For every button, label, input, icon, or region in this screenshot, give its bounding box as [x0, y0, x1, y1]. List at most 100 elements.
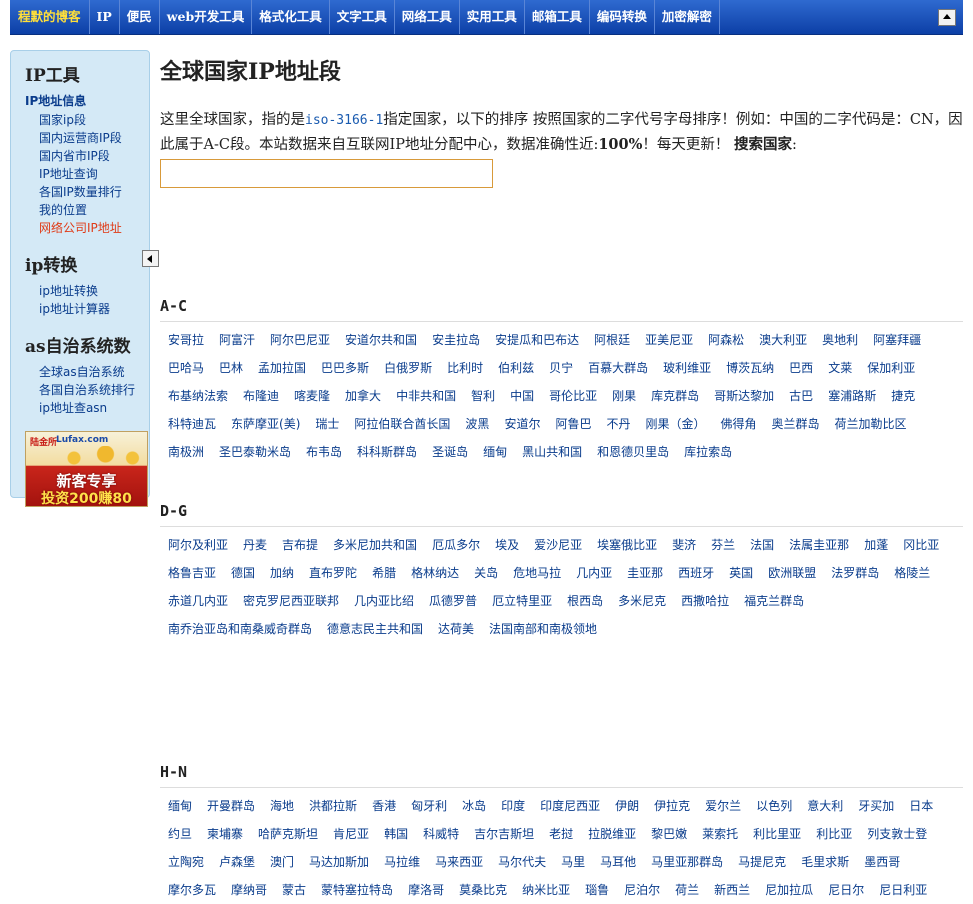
country-link[interactable]: 冰岛 [462, 792, 486, 820]
country-link[interactable]: 古巴 [789, 382, 813, 410]
country-link[interactable]: 利比里亚 [753, 820, 801, 848]
sidebar-collapse-button[interactable] [142, 250, 159, 267]
nav-brand[interactable]: 程默的博客 [10, 0, 90, 34]
country-link[interactable]: 冈比亚 [903, 531, 939, 559]
country-link[interactable]: 巴西 [789, 354, 813, 382]
country-link[interactable]: 哈萨克斯坦 [258, 820, 318, 848]
country-link[interactable]: 意大利 [807, 792, 843, 820]
country-search-input[interactable] [160, 159, 493, 188]
country-link[interactable]: 纳米比亚 [522, 876, 570, 904]
iso-code-link[interactable]: iso-3166-1 [305, 113, 383, 128]
country-link[interactable]: 比利时 [447, 354, 483, 382]
nav-item[interactable]: 文字工具 [330, 0, 395, 34]
country-link[interactable]: 荷兰加勒比区 [835, 410, 907, 438]
country-link[interactable]: 孟加拉国 [258, 354, 306, 382]
country-link[interactable]: 安道尔 [504, 410, 540, 438]
sidebar-item[interactable]: 国家ip段 [39, 111, 149, 129]
country-link[interactable]: 布基纳法索 [168, 382, 228, 410]
country-link[interactable]: 澳门 [270, 848, 294, 876]
country-link[interactable]: 库拉索岛 [684, 438, 732, 466]
nav-item[interactable]: 格式化工具 [252, 0, 330, 34]
country-link[interactable]: 圭亚那 [627, 559, 663, 587]
country-link[interactable]: 卢森堡 [219, 848, 255, 876]
country-link[interactable]: 伯利兹 [498, 354, 534, 382]
country-link[interactable]: 波黑 [465, 410, 489, 438]
country-link[interactable]: 欧洲联盟 [768, 559, 816, 587]
country-link[interactable]: 加蓬 [864, 531, 888, 559]
country-link[interactable]: 科威特 [423, 820, 459, 848]
country-link[interactable]: 达荷美 [438, 615, 474, 643]
nav-item[interactable]: 邮箱工具 [525, 0, 590, 34]
country-link[interactable]: 阿富汗 [219, 326, 255, 354]
country-link[interactable]: 格鲁吉亚 [168, 559, 216, 587]
country-link[interactable]: 不丹 [606, 410, 630, 438]
country-link[interactable]: 肯尼亚 [333, 820, 369, 848]
country-link[interactable]: 阿塞拜疆 [873, 326, 921, 354]
country-link[interactable]: 阿根廷 [594, 326, 630, 354]
country-link[interactable]: 韩国 [384, 820, 408, 848]
nav-item[interactable]: 编码转换 [590, 0, 655, 34]
country-link[interactable]: 尼加拉瓜 [765, 876, 813, 904]
country-link[interactable]: 法国南部和南极领地 [489, 615, 597, 643]
country-link[interactable]: 德意志民主共和国 [327, 615, 423, 643]
country-link[interactable]: 伊朗 [615, 792, 639, 820]
country-link[interactable]: 洪都拉斯 [309, 792, 357, 820]
sidebar-item[interactable]: 各国IP数量排行 [39, 183, 149, 201]
sidebar-subtitle[interactable]: IP地址信息 [25, 92, 149, 109]
country-link[interactable]: 牙买加 [858, 792, 894, 820]
country-link[interactable]: 科特迪瓦 [168, 410, 216, 438]
country-link[interactable]: 布韦岛 [306, 438, 342, 466]
country-link[interactable]: 毛里求斯 [801, 848, 849, 876]
country-link[interactable]: 阿鲁巴 [555, 410, 591, 438]
country-link[interactable]: 东萨摩亚(美) [231, 410, 300, 438]
country-link[interactable]: 贝宁 [549, 354, 573, 382]
sidebar-item[interactable]: 国内运营商IP段 [39, 129, 149, 147]
country-link[interactable]: 尼日尔 [828, 876, 864, 904]
country-link[interactable]: 伊拉克 [654, 792, 690, 820]
country-link[interactable]: 佛得角 [721, 410, 757, 438]
country-link[interactable]: 阿尔巴尼亚 [270, 326, 330, 354]
country-link[interactable]: 埃及 [495, 531, 519, 559]
country-link[interactable]: 几内亚 [576, 559, 612, 587]
country-link[interactable]: 丹麦 [243, 531, 267, 559]
country-link[interactable]: 瓜德罗普 [429, 587, 477, 615]
nav-item[interactable]: 网络工具 [395, 0, 460, 34]
country-link[interactable]: 根西岛 [567, 587, 603, 615]
nav-item[interactable]: web开发工具 [160, 0, 253, 34]
country-link[interactable]: 希腊 [372, 559, 396, 587]
country-link[interactable]: 蒙特塞拉特岛 [321, 876, 393, 904]
country-link[interactable]: 西撒哈拉 [681, 587, 729, 615]
country-link[interactable]: 哥伦比亚 [549, 382, 597, 410]
country-link[interactable]: 马达加斯加 [309, 848, 369, 876]
country-link[interactable]: 安圭拉岛 [432, 326, 480, 354]
country-link[interactable]: 白俄罗斯 [384, 354, 432, 382]
country-link[interactable]: 文莱 [828, 354, 852, 382]
country-link[interactable]: 爱尔兰 [705, 792, 741, 820]
sidebar-item[interactable]: ip地址查asn [39, 399, 149, 417]
country-link[interactable]: 和恩德贝里岛 [597, 438, 669, 466]
country-link[interactable]: 摩洛哥 [408, 876, 444, 904]
country-link[interactable]: 芬兰 [711, 531, 735, 559]
country-link[interactable]: 奥兰群岛 [772, 410, 820, 438]
country-link[interactable]: 利比亚 [816, 820, 852, 848]
nav-item[interactable]: IP [90, 0, 120, 34]
country-link[interactable]: 福克兰群岛 [744, 587, 804, 615]
country-link[interactable]: 捷克 [891, 382, 915, 410]
country-link[interactable]: 格陵兰 [894, 559, 930, 587]
country-link[interactable]: 荷兰 [675, 876, 699, 904]
country-link[interactable]: 立陶宛 [168, 848, 204, 876]
country-link[interactable]: 厄立特里亚 [492, 587, 552, 615]
country-link[interactable]: 马来西亚 [435, 848, 483, 876]
country-link[interactable]: 危地马拉 [513, 559, 561, 587]
country-link[interactable]: 密克罗尼西亚联邦 [243, 587, 339, 615]
country-link[interactable]: 玻利维亚 [663, 354, 711, 382]
country-link[interactable]: 蒙古 [282, 876, 306, 904]
ad-banner[interactable]: 陆金所 Lufax.com 新客专享 投资200赚80 [25, 431, 148, 507]
country-link[interactable]: 南极洲 [168, 438, 204, 466]
country-link[interactable]: 巴林 [219, 354, 243, 382]
country-link[interactable]: 智利 [471, 382, 495, 410]
country-link[interactable]: 新西兰 [714, 876, 750, 904]
sidebar-item[interactable]: IP地址查询 [39, 165, 149, 183]
sidebar-item[interactable]: ip地址计算器 [39, 300, 149, 318]
country-link[interactable]: 瑞士 [315, 410, 339, 438]
